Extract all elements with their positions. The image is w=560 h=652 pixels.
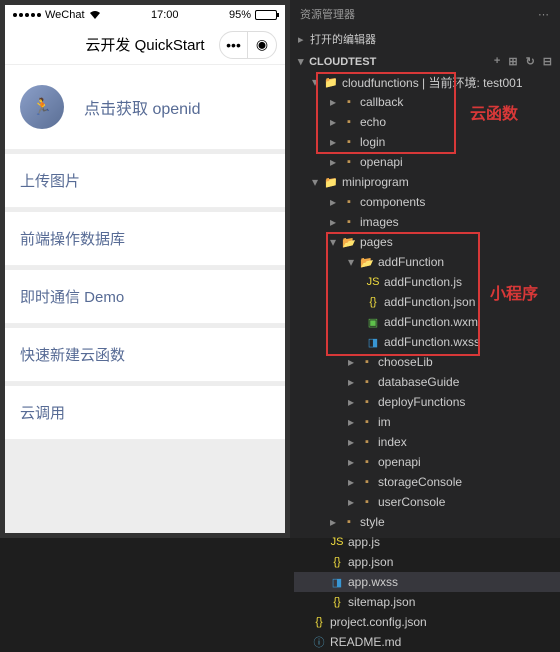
annotation-label-cloudfunctions: 云函数: [470, 100, 518, 124]
folder-login[interactable]: ▸▪login: [294, 132, 560, 152]
file-sitemap-json[interactable]: {}sitemap.json: [294, 592, 560, 612]
list-item[interactable]: 上传图片: [5, 154, 285, 208]
open-editors-section[interactable]: ▸ 打开的编辑器: [290, 28, 560, 50]
folder-im[interactable]: ▸▪im: [294, 412, 560, 432]
capsule-buttons: ••• ◉: [219, 31, 277, 59]
time-label: 17:00: [151, 9, 179, 21]
folder-cloudfunctions[interactable]: ▾📁cloudfunctions | 当前环境: test001: [294, 72, 560, 92]
panel-header: 资源管理器 ⋯: [290, 0, 560, 28]
phone-simulator: WeChat 17:00 95% 云开发 QuickStart ••• ◉ 🏃 …: [0, 0, 290, 538]
content-area: 🏃 点击获取 openid 上传图片 前端操作数据库 即时通信 Demo 快速新…: [5, 65, 285, 533]
get-openid-button[interactable]: 点击获取 openid: [84, 95, 201, 119]
explorer-panel: 资源管理器 ⋯ ▸ 打开的编辑器 ▾ CLOUDTEST + ⊞ ↻ ⊟ ▾📁c…: [290, 0, 560, 538]
collapse-icon[interactable]: ⊟: [543, 55, 552, 68]
capsule-menu-button[interactable]: •••: [220, 32, 248, 58]
file-addfunction-wxml[interactable]: ▣addFunction.wxml: [294, 312, 560, 332]
folder-openapi[interactable]: ▸▪openapi: [294, 152, 560, 172]
phone-screen: WeChat 17:00 95% 云开发 QuickStart ••• ◉ 🏃 …: [5, 5, 285, 533]
capsule-close-button[interactable]: ◉: [248, 32, 276, 58]
folder-openapi[interactable]: ▸▪openapi: [294, 452, 560, 472]
folder-pages[interactable]: ▾📂pages: [294, 232, 560, 252]
folder-echo[interactable]: ▸▪echo: [294, 112, 560, 132]
folder-userconsole[interactable]: ▸▪userConsole: [294, 492, 560, 512]
folder-storageconsole[interactable]: ▸▪storageConsole: [294, 472, 560, 492]
new-folder-icon[interactable]: ⊞: [508, 55, 517, 68]
panel-title: 资源管理器: [300, 6, 355, 22]
folder-databaseguide[interactable]: ▸▪databaseGuide: [294, 372, 560, 392]
list-item[interactable]: 云调用: [5, 386, 285, 440]
folder-images[interactable]: ▸▪images: [294, 212, 560, 232]
nav-bar: 云开发 QuickStart ••• ◉: [5, 25, 285, 65]
file-app-js[interactable]: JSapp.js: [294, 532, 560, 552]
battery-percent: 95%: [229, 9, 251, 21]
list-item[interactable]: 即时通信 Demo: [5, 270, 285, 324]
project-section[interactable]: ▾ CLOUDTEST + ⊞ ↻ ⊟: [290, 50, 560, 72]
folder-chooselib[interactable]: ▸▪chooseLib: [294, 352, 560, 372]
folder-components[interactable]: ▸▪components: [294, 192, 560, 212]
annotation-label-miniprogram: 小程序: [490, 280, 538, 304]
file-app-json[interactable]: {}app.json: [294, 552, 560, 572]
new-file-icon[interactable]: +: [494, 55, 500, 68]
list-item[interactable]: 前端操作数据库: [5, 212, 285, 266]
file-addfunction-wxss[interactable]: ◨addFunction.wxss: [294, 332, 560, 352]
page-title: 云开发 QuickStart: [85, 34, 204, 55]
folder-deployfunctions[interactable]: ▸▪deployFunctions: [294, 392, 560, 412]
file-app-wxss[interactable]: ◨app.wxss: [294, 572, 560, 592]
refresh-icon[interactable]: ↻: [526, 55, 535, 68]
file-readme[interactable]: ⓘREADME.md: [294, 632, 560, 652]
file-project-config[interactable]: {}project.config.json: [294, 612, 560, 632]
list-item[interactable]: 快速新建云函数: [5, 328, 285, 382]
folder-miniprogram[interactable]: ▾📁miniprogram: [294, 172, 560, 192]
folder-addfunction[interactable]: ▾📂addFunction: [294, 252, 560, 272]
folder-callback[interactable]: ▸▪callback: [294, 92, 560, 112]
more-icon[interactable]: ⋯: [538, 8, 550, 21]
folder-index[interactable]: ▸▪index: [294, 432, 560, 452]
chevron-right-icon: ▸: [298, 33, 306, 46]
status-bar: WeChat 17:00 95%: [5, 5, 285, 25]
signal-icon: [13, 13, 41, 17]
folder-style[interactable]: ▸▪style: [294, 512, 560, 532]
carrier-label: WeChat: [45, 9, 85, 21]
chevron-down-icon: ▾: [298, 55, 306, 68]
wifi-icon: [89, 10, 101, 20]
menu-list: 上传图片 前端操作数据库 即时通信 Demo 快速新建云函数 云调用: [5, 154, 285, 440]
avatar: 🏃: [20, 85, 64, 129]
file-tree: ▾📁cloudfunctions | 当前环境: test001 ▸▪callb…: [290, 72, 560, 652]
battery-icon: [255, 10, 277, 20]
